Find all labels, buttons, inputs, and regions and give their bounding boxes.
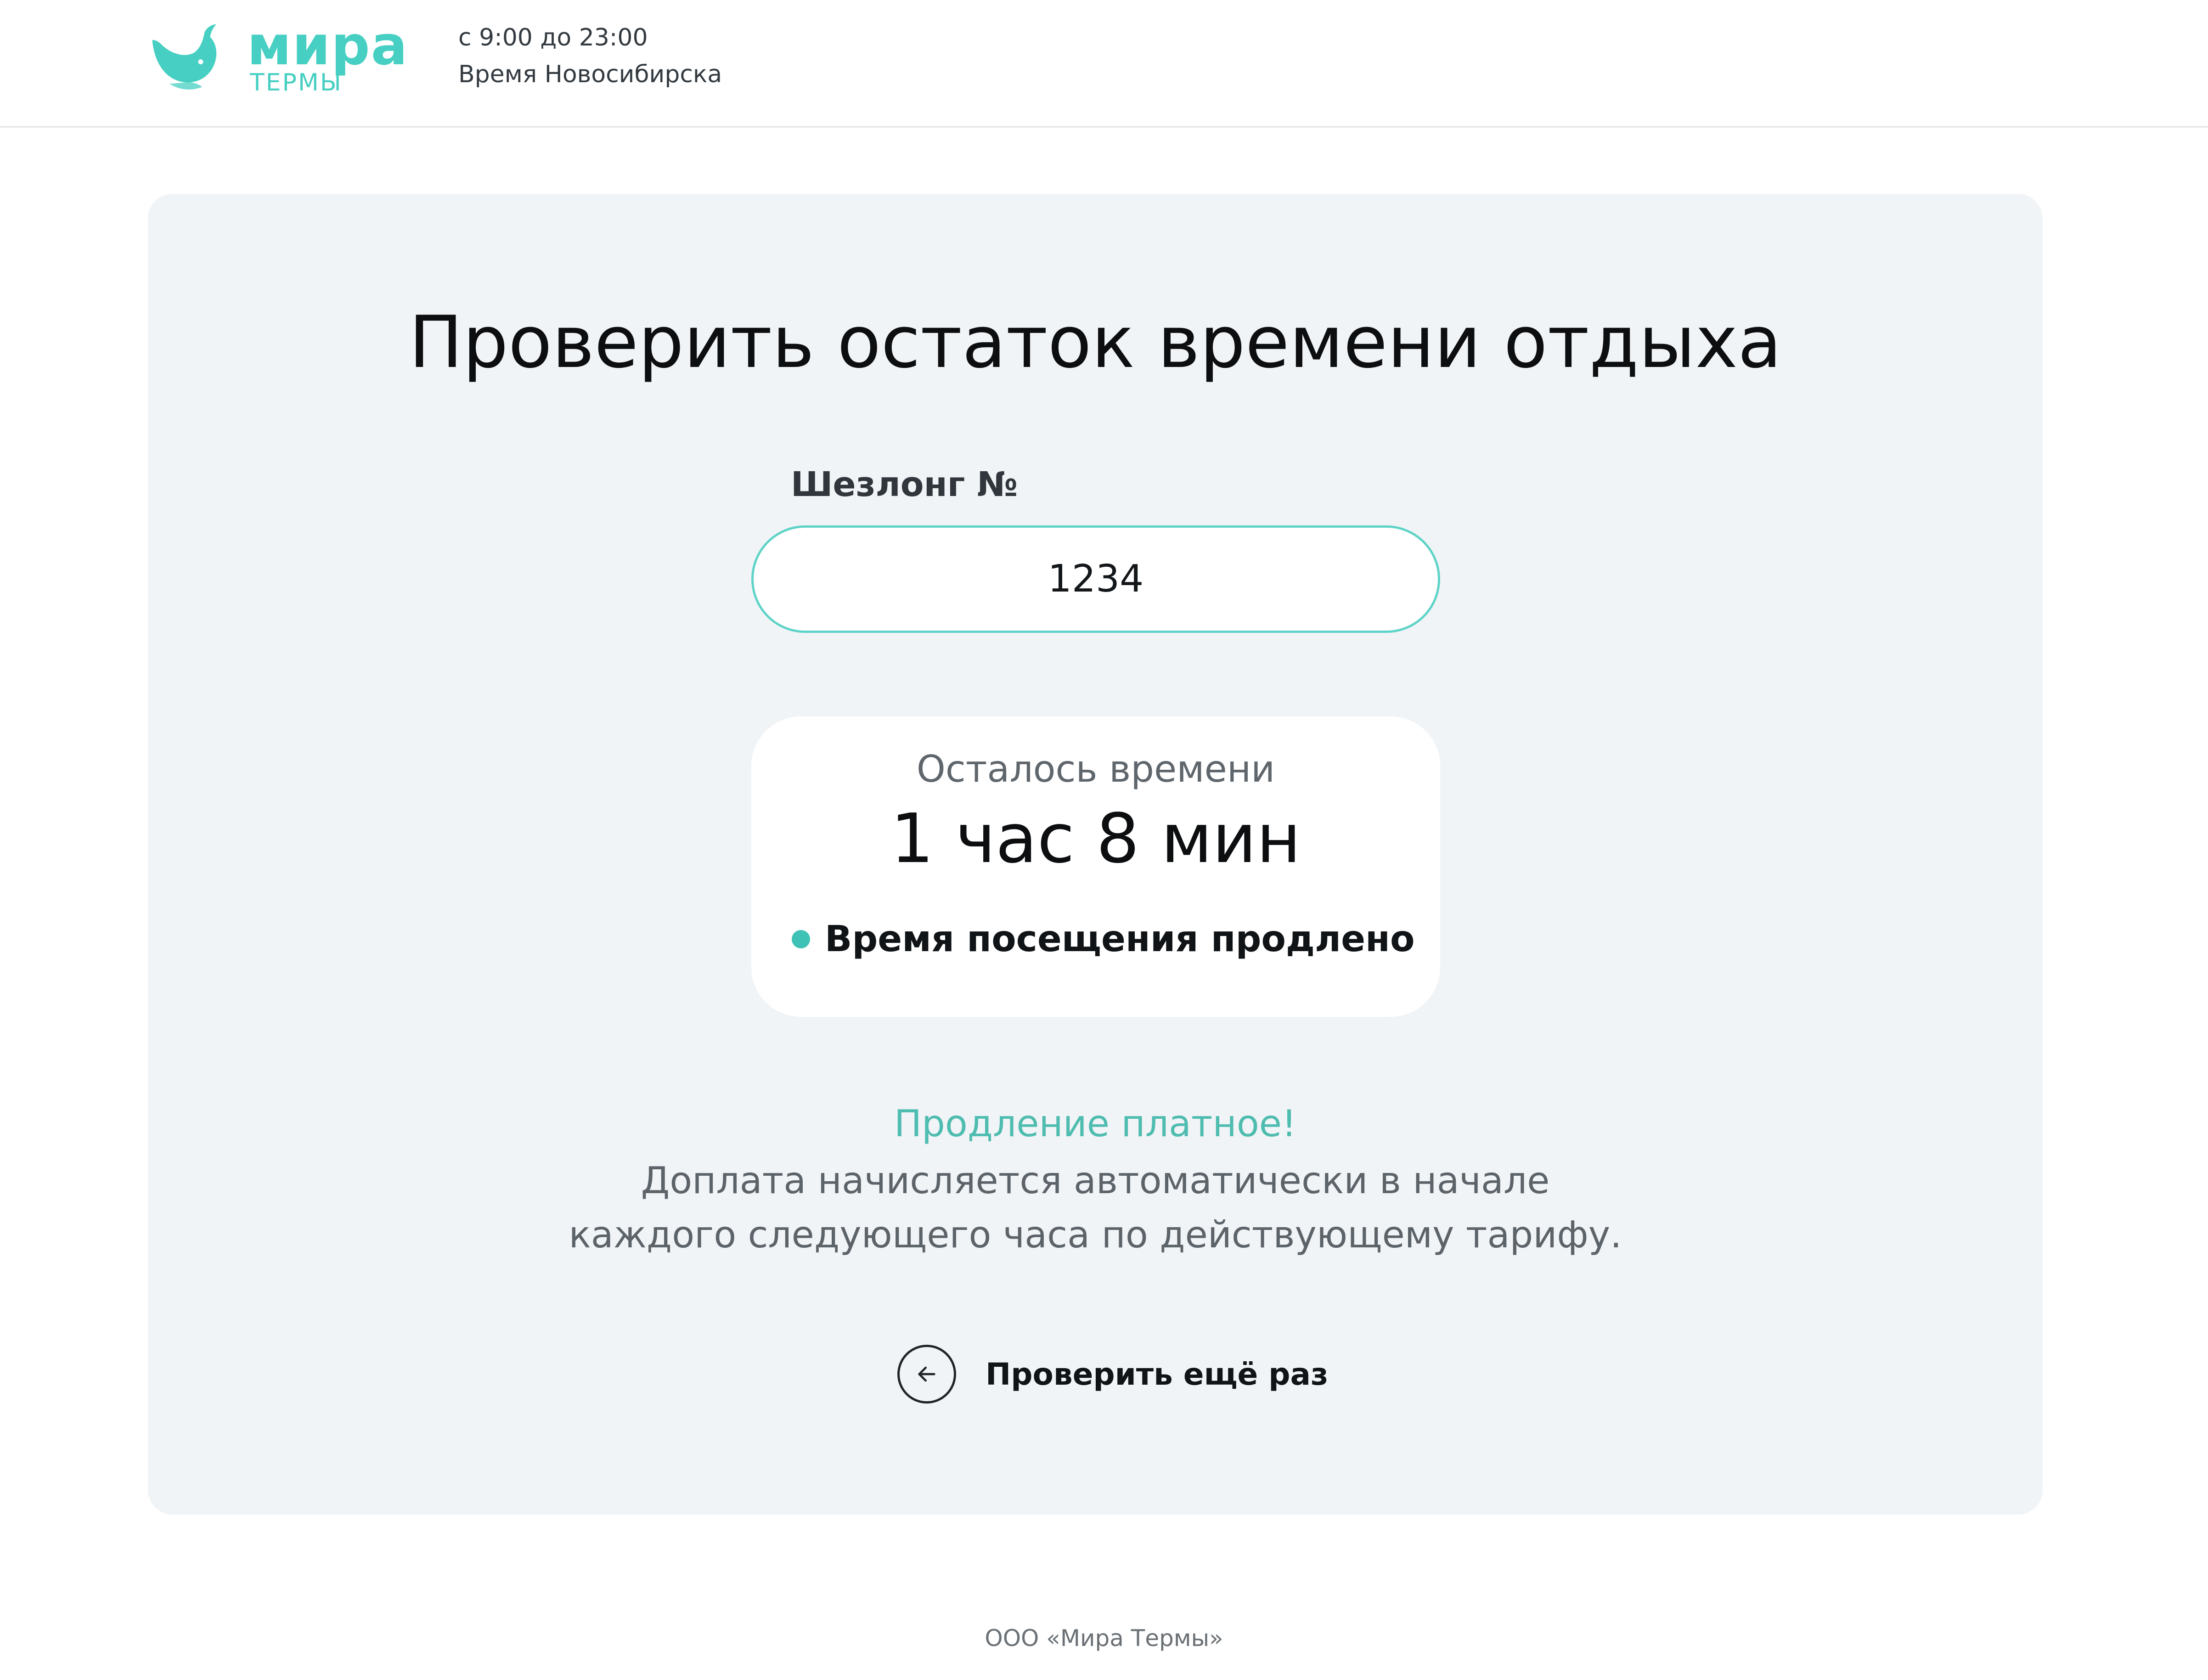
whale-logo-icon xyxy=(152,24,217,90)
arrow-left-glyph xyxy=(918,1366,935,1382)
remaining-time-value: 1 час 8 мин xyxy=(890,799,1301,878)
hours-timezone: Время Новосибирска xyxy=(458,61,722,88)
check-again-label[interactable]: Проверить ещё раз xyxy=(986,1357,1328,1392)
brand-subtitle: ТЕРМЫ xyxy=(250,69,343,96)
brand-logo[interactable]: мира ТЕРМЫ xyxy=(146,14,407,96)
extension-status: Время посещения продлено xyxy=(792,914,1415,964)
lounger-number-label: Шезлонг № xyxy=(791,465,1018,504)
check-again-button[interactable]: Проверить ещё раз xyxy=(897,1342,1328,1406)
footer-company: ООО «Мира Термы» xyxy=(985,1625,1223,1652)
remaining-time-panel: Осталось времени 1 час 8 мин Время посещ… xyxy=(751,716,1440,1017)
hours-range: с 9:00 до 23:00 xyxy=(458,24,648,51)
extension-status-text: Время посещения продлено xyxy=(825,919,1415,960)
check-time-card: Проверить остаток времени отдыха Шезлонг… xyxy=(148,194,2043,1515)
remaining-time-label: Осталось времени xyxy=(916,748,1275,790)
site-header: мира ТЕРМЫ с 9:00 до 23:00 Время Новосиб… xyxy=(0,0,2208,128)
arrow-left-icon[interactable] xyxy=(897,1345,956,1404)
paid-extension-notice-text: Доплата начисляется автоматически в нача… xyxy=(569,1159,1622,1256)
status-dot-icon xyxy=(792,930,810,948)
brand-name: мира xyxy=(247,14,409,77)
opening-hours: с 9:00 до 23:00 Время Новосибирска xyxy=(458,19,722,93)
paid-extension-notice-title: Продление платное! xyxy=(894,1102,1297,1145)
page-title: Проверить остаток времени отдыха xyxy=(409,300,1782,384)
lounger-number-input[interactable]: 1234 xyxy=(751,525,1440,633)
